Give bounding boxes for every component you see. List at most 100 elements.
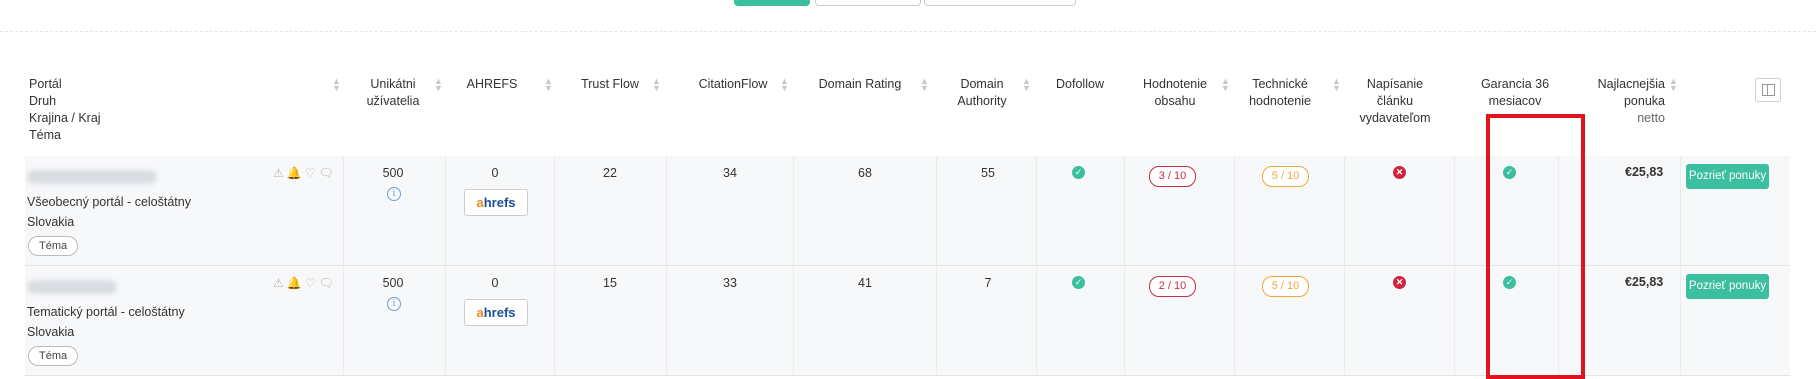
dofollow-check-icon: ✓ [1072,276,1085,289]
view-toggle-button[interactable] [815,0,921,6]
header-domain-authority[interactable]: Domain Authority [947,76,1017,110]
header-cheapest-sub: netto [1637,111,1665,125]
column-divider [1234,266,1235,375]
header-technical-rating[interactable]: Technické hodnotenie [1240,76,1320,110]
header-citation-flow[interactable]: CitationFlow [683,76,783,93]
divider [0,31,1816,32]
column-divider [1680,266,1681,375]
header-portal-sub-type: Druh [29,94,57,108]
ahrefs-logo-button[interactable]: ahrefs [464,189,528,216]
header-guarantee[interactable]: Garancia 36 mesiacov [1465,76,1565,110]
column-divider [936,266,937,375]
top-toolbar [0,0,1816,34]
column-divider [666,156,667,265]
citation-flow-value: 33 [723,276,737,290]
ahrefs-logo-rest: hrefs [483,195,516,210]
topic-tag[interactable]: Téma [28,346,79,366]
price-value: €25,83 [1625,165,1664,179]
ahrefs-logo-button[interactable]: ahrefs [464,299,528,326]
header-cheapest-label: Najlacnejšia ponuka [1597,77,1665,108]
column-divider [1124,156,1125,265]
header-dofollow[interactable]: Dofollow [1045,76,1115,93]
column-divider [445,266,446,375]
writing-cross-icon: ✕ [1393,276,1406,289]
content-rating-badge: 3 / 10 [1149,166,1196,187]
sort-icon[interactable]: ▲ ▼ [434,77,443,93]
sort-icon[interactable]: ▲ ▼ [920,77,929,93]
view-offers-button[interactable]: Pozrieť ponuky [1686,164,1769,189]
header-portal-sub-topic: Téma [29,128,61,142]
domain-rating-value: 68 [858,166,872,180]
column-divider [793,156,794,265]
view-toggle-active-button[interactable] [734,0,810,6]
topic-tag[interactable]: Téma [28,236,79,256]
header-cheapest[interactable]: Najlacnejšia ponuka netto [1580,76,1665,127]
sort-icon[interactable]: ▲ ▼ [1332,77,1341,93]
header-unique-users[interactable]: Unikátni užívatelia [358,76,428,110]
column-divider [343,266,344,375]
column-divider [1036,266,1037,375]
price-value: €25,83 [1625,275,1664,289]
column-divider [1234,156,1235,265]
column-divider [1344,156,1345,265]
column-divider [793,266,794,375]
header-trust-flow[interactable]: Trust Flow [570,76,650,93]
content-rating-badge: 2 / 10 [1149,276,1196,297]
writing-cross-icon: ✕ [1393,166,1406,179]
header-content-rating[interactable]: Hodnotenie obsahu [1130,76,1220,110]
column-divider [1124,266,1125,375]
column-divider [445,156,446,265]
ahrefs-logo-a: a [476,195,484,210]
header-domain-rating[interactable]: Domain Rating [810,76,910,93]
header-portal-sub-country: Krajina / Kraj [29,111,101,125]
sort-icon[interactable]: ▲ ▼ [544,77,553,93]
column-divider [1454,156,1455,265]
sort-icon[interactable]: ▲ ▼ [332,77,341,93]
header-portal-label: Portál [29,77,62,91]
header-writing[interactable]: Napísanie článku vydavateľom [1350,76,1440,127]
sort-icon[interactable]: ▲ ▼ [780,77,789,93]
column-divider [936,156,937,265]
column-settings-button[interactable] [1755,78,1781,102]
domain-authority-value: 7 [984,276,992,290]
info-icon[interactable]: i [387,297,401,311]
header-ahrefs[interactable]: AHREFS [457,76,527,93]
unique-users-value: 500 [382,166,404,180]
portal-type: Tematický portál - celoštátny [27,305,185,319]
domain-authority-value: 55 [981,166,995,180]
technical-rating-badge: 5 / 10 [1262,166,1309,187]
guarantee-column-highlight [1486,114,1585,379]
portal-name-blurred[interactable] [27,280,117,294]
citation-flow-value: 34 [723,166,737,180]
sort-icon[interactable]: ▲ ▼ [652,77,661,93]
column-divider [1036,156,1037,265]
trust-flow-value: 15 [603,276,617,290]
technical-rating-badge: 5 / 10 [1262,276,1309,297]
row-action-icons[interactable]: ⚠🔔♡🗨 [273,166,337,180]
column-divider [1454,266,1455,375]
info-icon[interactable]: i [387,187,401,201]
columns-icon-divider [1767,84,1768,96]
dofollow-check-icon: ✓ [1072,166,1085,179]
sort-icon[interactable]: ▲ ▼ [1669,77,1678,93]
portal-country: Slovakia [27,325,75,339]
domain-rating-value: 41 [858,276,872,290]
row-action-icons[interactable]: ⚠🔔♡🗨 [273,276,337,290]
view-toggle-button-2[interactable] [924,0,1076,6]
ahrefs-value: 0 [491,166,499,180]
sort-icon[interactable]: ▲ ▼ [1221,77,1230,93]
column-divider [666,266,667,375]
ahrefs-logo-a: a [476,305,484,320]
header-portal[interactable]: Portál Druh Krajina / Kraj Téma [29,76,229,144]
portal-type: Všeobecný portál - celoštátny [27,195,191,209]
columns-icon [1762,84,1775,96]
view-offers-button[interactable]: Pozrieť ponuky [1686,274,1769,299]
ahrefs-logo-rest: hrefs [483,305,516,320]
column-divider [1680,156,1681,265]
ahrefs-value: 0 [491,276,499,290]
portal-name-blurred[interactable] [27,170,157,184]
sort-icon[interactable]: ▲ ▼ [1022,77,1031,93]
column-divider [554,156,555,265]
unique-users-value: 500 [382,276,404,290]
portal-country: Slovakia [27,215,75,229]
